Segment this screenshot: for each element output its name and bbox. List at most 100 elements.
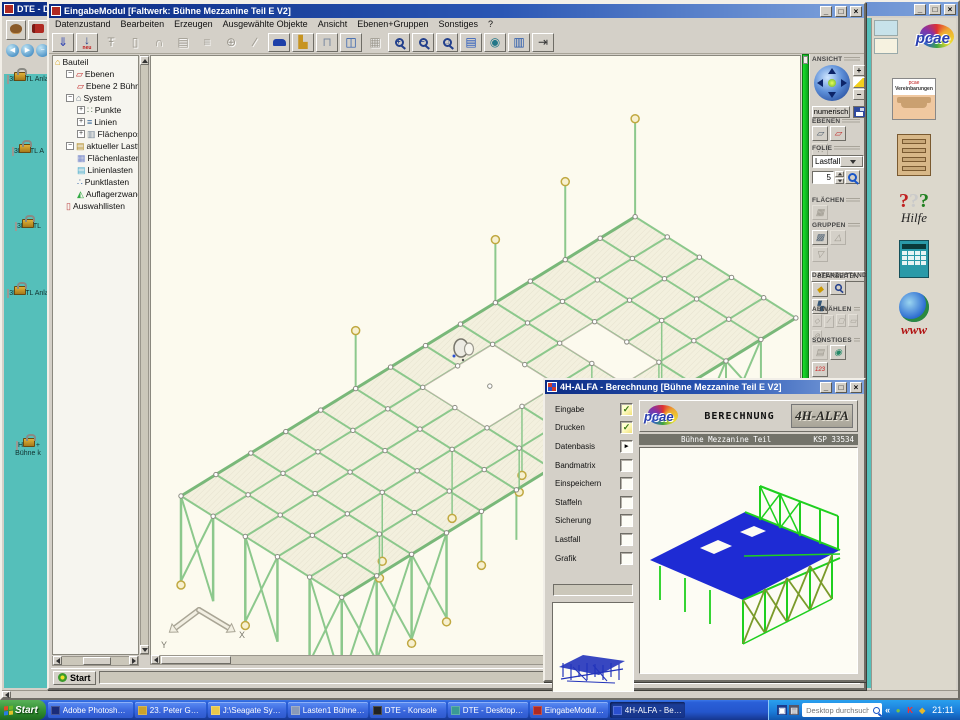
- tree-vertical-scrollbar[interactable]: [140, 55, 149, 655]
- expand-icon[interactable]: +: [77, 106, 85, 114]
- werkbank-button[interactable]: ⊓: [316, 33, 338, 52]
- step-checkbox-sicherung[interactable]: [620, 514, 633, 527]
- tree-item-auflagerzwangsv[interactable]: ◭Auflagerzwangsv: [53, 188, 138, 200]
- zustand-sichern-button[interactable]: ◆: [812, 282, 828, 297]
- dte-tool-post-button[interactable]: [6, 20, 26, 40]
- folie-number-input[interactable]: 5: [812, 171, 834, 184]
- save-view-button[interactable]: [853, 106, 866, 118]
- menu-ebenen-gruppen[interactable]: Ebenen+Gruppen: [357, 19, 428, 31]
- gruppen-schraffur-button[interactable]: ▩: [812, 230, 828, 245]
- start-button[interactable]: Start: [0, 700, 46, 720]
- edit-view-button[interactable]: [853, 77, 865, 88]
- taskbar-task-j-seagate-sync-syncre[interactable]: J:\Seagate Sync\SyncRe...: [208, 702, 286, 718]
- zoom-fenster-button[interactable]: □: [436, 33, 458, 52]
- dte-nav-back-button[interactable]: ◀: [6, 44, 19, 57]
- menu-erzeugen[interactable]: Erzeugen: [174, 19, 213, 31]
- green-bar-button[interactable]: [803, 56, 808, 64]
- tree-item-bauteil[interactable]: ⌂Bauteil: [53, 56, 138, 68]
- taskbar-task-dte-konsole[interactable]: DTE - Konsole: [370, 702, 446, 718]
- expand-icon[interactable]: +: [77, 118, 85, 126]
- rechner-icon[interactable]: [887, 240, 941, 278]
- step-checkbox-lastfall[interactable]: [620, 533, 633, 546]
- desktop-icon-3d-ktl-anla[interactable]: 3D-KTL Anla: [6, 76, 50, 84]
- hilfe-icon[interactable]: ??? Hilfe: [887, 190, 941, 226]
- tree-item-ebenen[interactable]: −▱Ebenen: [53, 68, 138, 80]
- rotate-up-icon[interactable]: [828, 68, 836, 74]
- scroll-left-icon[interactable]: [53, 656, 62, 665]
- collapse-icon[interactable]: −: [66, 70, 74, 78]
- darstellung-button[interactable]: ◉: [484, 33, 506, 52]
- taskbar-task-dte-desktop-engineeri[interactable]: DTE - Desktop Engineeri...: [448, 702, 528, 718]
- tree-item-ebene-2-bühne[interactable]: ▱Ebene 2 Bühne: [53, 80, 138, 92]
- rotate-left-icon[interactable]: [817, 79, 823, 87]
- tree-item-linienlasten[interactable]: ▤Linienlasten: [53, 164, 138, 176]
- tree-item-punkte[interactable]: +∷Punkte: [53, 104, 138, 116]
- zustand-pruefen-button[interactable]: [830, 280, 846, 295]
- dte-minimize-button[interactable]: _: [914, 4, 926, 15]
- tray-doc-icon[interactable]: ▣: [777, 705, 787, 715]
- numerisch-button[interactable]: numerisch: [812, 106, 850, 118]
- step-checkbox-drucken[interactable]: ✓: [620, 421, 633, 434]
- app-minimize-button[interactable]: _: [820, 6, 832, 17]
- rotate-right-icon[interactable]: [841, 79, 847, 87]
- folie-dropdown[interactable]: Lastfall: [812, 155, 864, 168]
- menu-ausgewählte-objekte[interactable]: Ausgewählte Objekte: [223, 19, 308, 31]
- tree-item-punktlasten[interactable]: ∴Punktlasten: [53, 176, 138, 188]
- rotate-down-icon[interactable]: [828, 92, 836, 98]
- scroll-up-icon[interactable]: [140, 56, 149, 65]
- spin-down-icon[interactable]: [835, 178, 844, 184]
- step-checkbox-grafik[interactable]: [620, 552, 633, 565]
- app-restore-button[interactable]: □: [835, 6, 847, 17]
- step-checkbox-einspeichern[interactable]: [620, 477, 633, 490]
- dialog-close-button[interactable]: ×: [850, 382, 862, 393]
- menu-bearbeiten[interactable]: Bearbeiten: [121, 19, 165, 31]
- step-checkbox-datenbasis[interactable]: ▸: [620, 440, 633, 453]
- menu-sonstiges[interactable]: Sonstiges: [439, 19, 479, 31]
- scroll-thumb[interactable]: [83, 657, 111, 665]
- taskbar-task-4h-alfa-berechnun[interactable]: 4H-ALFA - Berechnun...: [610, 702, 685, 718]
- scroll-right-icon[interactable]: [129, 656, 138, 665]
- tree-item-auswahllisten[interactable]: ▯Auswahllisten: [53, 200, 138, 212]
- dte-tool-library-button[interactable]: [28, 20, 48, 40]
- tree-item-aktueller-lastfall[interactable]: −▤aktueller Lastfall: [53, 140, 138, 152]
- desktop-icon-3d-ktl-anla[interactable]: 3D-KTL Anla: [6, 290, 50, 298]
- desktop-search[interactable]: [802, 703, 882, 717]
- zoom-in-button[interactable]: +: [853, 65, 865, 76]
- ablage-icon[interactable]: [887, 134, 941, 176]
- tray-kaspersky-icon[interactable]: K: [905, 705, 915, 715]
- rotate-center-icon[interactable]: [828, 79, 836, 87]
- tray-pen-icon[interactable]: ◆: [917, 705, 927, 715]
- zoom-out-button[interactable]: −: [853, 89, 865, 100]
- sonstiges-nummern-button[interactable]: 123: [812, 362, 828, 377]
- dte-bottom-scrollbar[interactable]: [2, 690, 958, 698]
- pruefung-button[interactable]: ◫: [340, 33, 362, 52]
- neu-button[interactable]: ↓neu: [76, 33, 98, 52]
- step-checkbox-eingabe[interactable]: ✓: [620, 403, 633, 416]
- sonstiges-darstellung-button[interactable]: ◉: [830, 345, 846, 360]
- dropdown-arrow-icon[interactable]: [840, 156, 863, 167]
- tray-expand-icon[interactable]: «: [885, 705, 890, 715]
- zoom-in-button[interactable]: +: [388, 33, 410, 52]
- tray-printer-icon[interactable]: ▤: [789, 705, 799, 715]
- menu-[interactable]: ?: [488, 19, 493, 31]
- tree-horizontal-scrollbar[interactable]: [52, 656, 139, 666]
- collapse-icon[interactable]: −: [66, 142, 74, 150]
- search-input[interactable]: [804, 705, 871, 716]
- scroll-thumb[interactable]: [161, 656, 231, 664]
- datenzustand-laden-button[interactable]: ⇓: [52, 33, 74, 52]
- scroll-down-icon[interactable]: [140, 645, 149, 654]
- step-checkbox-bandmatrix[interactable]: [620, 459, 633, 472]
- menu-datenzustand[interactable]: Datenzustand: [55, 19, 111, 31]
- taskbar-task-23-peter-gabriel-don-t[interactable]: 23. Peter Gabriel - Don't ...: [135, 702, 206, 718]
- menu-ansicht[interactable]: Ansicht: [318, 19, 348, 31]
- expand-icon[interactable]: +: [77, 130, 85, 138]
- desktop-icon-halle-bühne-k[interactable]: Halle + Bühne k: [6, 442, 50, 458]
- scroll-left-icon[interactable]: [151, 655, 160, 664]
- dte-nav-forward-button[interactable]: ▶: [21, 44, 34, 57]
- pcae-vereinbarungen-icon[interactable]: pcae Vereinbarungen: [887, 78, 941, 120]
- view-rotate-control[interactable]: [814, 65, 850, 101]
- collapse-icon[interactable]: −: [66, 94, 74, 102]
- fahrzeug-button[interactable]: [268, 33, 290, 52]
- taskbar-task-eingabemodul-faltwerk[interactable]: EingabeModul [Faltwerk:...: [530, 702, 608, 718]
- desktop-icon-3d-ktl[interactable]: 3D-KTL: [6, 223, 50, 231]
